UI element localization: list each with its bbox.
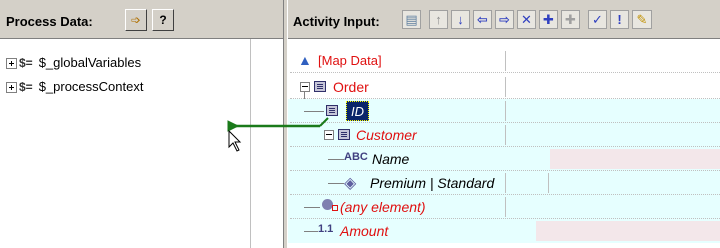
column-separator xyxy=(505,125,506,145)
error-button[interactable]: ! xyxy=(610,10,629,29)
process-data-title: Process Data: xyxy=(6,14,93,29)
tree-guide-line xyxy=(328,159,344,160)
name-label: Name xyxy=(372,151,410,167)
process-data-header: Process Data: ➩ ? xyxy=(0,0,283,39)
tree-guide-line xyxy=(304,231,318,232)
tree-row-choice[interactable]: ◈ Premium | Standard xyxy=(288,171,720,195)
tree-row-customer[interactable]: Customer xyxy=(288,123,720,147)
add-button[interactable]: ✚ xyxy=(539,10,558,29)
process-data-tree: $= $_globalVariables $= $_processContext xyxy=(0,39,250,248)
tree-guide-line xyxy=(328,183,344,184)
element-icon xyxy=(326,105,338,116)
activity-input-title: Activity Input: xyxy=(293,14,380,29)
pencil-icon: ✎ xyxy=(636,12,648,27)
help-icon: ? xyxy=(159,13,167,27)
move-right-button[interactable]: ⇨ xyxy=(495,10,514,29)
expand-icon[interactable] xyxy=(6,58,17,70)
collapse-icon[interactable] xyxy=(324,130,334,140)
column-separator xyxy=(505,101,506,121)
choice-icon: ◈ xyxy=(344,175,357,192)
column-separator xyxy=(548,173,549,193)
amount-label: Amount xyxy=(340,223,389,239)
edit-button[interactable]: ✎ xyxy=(632,10,652,29)
grid-view-button[interactable]: ▤ xyxy=(402,10,421,29)
tree-item-global-variables[interactable]: $= $_globalVariables xyxy=(6,55,141,71)
tree-row-id[interactable]: ID xyxy=(288,99,720,123)
tree-item-label: $_globalVariables xyxy=(38,55,142,70)
any-element-label: (any element) xyxy=(340,199,426,215)
choice-label: Premium | Standard xyxy=(370,175,495,191)
move-up-button[interactable]: ↑ xyxy=(429,10,448,29)
activity-input-header: Activity Input: ▤ ↑ ↓ ⇦ ⇨ ✕ ✚ ✚ ✓ ! ✎ xyxy=(288,0,720,39)
name-value-field[interactable] xyxy=(550,149,720,169)
exclamation-icon: ! xyxy=(617,12,622,27)
grid-view-icon: ▤ xyxy=(405,12,418,27)
dollar-var-icon: $= xyxy=(19,56,33,70)
column-separator xyxy=(505,173,506,193)
expand-icon[interactable] xyxy=(6,82,17,94)
map-data-label: [Map Data] xyxy=(318,53,382,68)
column-separator xyxy=(505,77,506,97)
order-label: Order xyxy=(333,79,369,95)
arrow-up-icon: ↑ xyxy=(435,12,442,27)
move-left-button[interactable]: ⇦ xyxy=(473,10,492,29)
add-child-button[interactable]: ✚ xyxy=(561,10,580,29)
add-child-icon: ✚ xyxy=(565,12,576,27)
validate-button[interactable]: ✓ xyxy=(588,10,607,29)
process-data-column xyxy=(250,39,284,248)
arrow-right-icon: ⇨ xyxy=(499,12,510,27)
tree-row-order[interactable]: Order xyxy=(288,75,720,99)
string-type-icon: ABC xyxy=(344,151,368,163)
dollar-var-icon: $= xyxy=(19,80,33,94)
map-right-button[interactable]: ➩ xyxy=(125,9,147,31)
process-data-panel: Process Data: ➩ ? $= $_globalVariables $=… xyxy=(0,0,284,248)
add-plus-icon: ✚ xyxy=(543,12,554,27)
tree-item-process-context[interactable]: $= $_processContext xyxy=(6,79,143,95)
row-divider xyxy=(290,72,720,73)
tree-row-amount[interactable]: 1.1 Amount xyxy=(288,219,720,243)
activity-input-tree: ▲ [Map Data] Order ID Customer ABC Name … xyxy=(288,39,720,248)
element-icon xyxy=(314,81,326,92)
arrow-left-icon: ⇦ xyxy=(477,12,488,27)
delete-x-icon: ✕ xyxy=(521,12,532,27)
id-label[interactable]: ID xyxy=(346,101,369,121)
map-right-icon: ➩ xyxy=(130,13,142,27)
activity-input-panel: Activity Input: ▤ ↑ ↓ ⇦ ⇨ ✕ ✚ ✚ ✓ ! ✎ ▲ … xyxy=(288,0,720,248)
column-separator xyxy=(505,197,506,217)
delete-button[interactable]: ✕ xyxy=(517,10,536,29)
customer-label: Customer xyxy=(356,127,417,143)
tree-row-map-data[interactable]: ▲ [Map Data] xyxy=(288,49,720,73)
arrow-down-icon: ↓ xyxy=(457,12,464,27)
tree-row-name[interactable]: ABC Name xyxy=(288,147,720,171)
check-icon: ✓ xyxy=(592,12,603,27)
element-icon xyxy=(338,129,350,140)
tree-item-label: $_processContext xyxy=(38,79,144,94)
help-button[interactable]: ? xyxy=(152,9,174,31)
tree-guide-line xyxy=(304,207,320,208)
amount-value-field[interactable] xyxy=(536,221,720,241)
column-separator xyxy=(505,51,506,71)
tree-row-any-element[interactable]: (any element) xyxy=(288,195,720,219)
collapse-icon[interactable] xyxy=(300,82,310,92)
number-type-icon: 1.1 xyxy=(318,223,334,235)
tree-guide-line xyxy=(304,111,324,112)
move-down-button[interactable]: ↓ xyxy=(451,10,470,29)
map-data-icon: ▲ xyxy=(298,52,312,68)
wildcard-marker-icon xyxy=(332,205,338,211)
